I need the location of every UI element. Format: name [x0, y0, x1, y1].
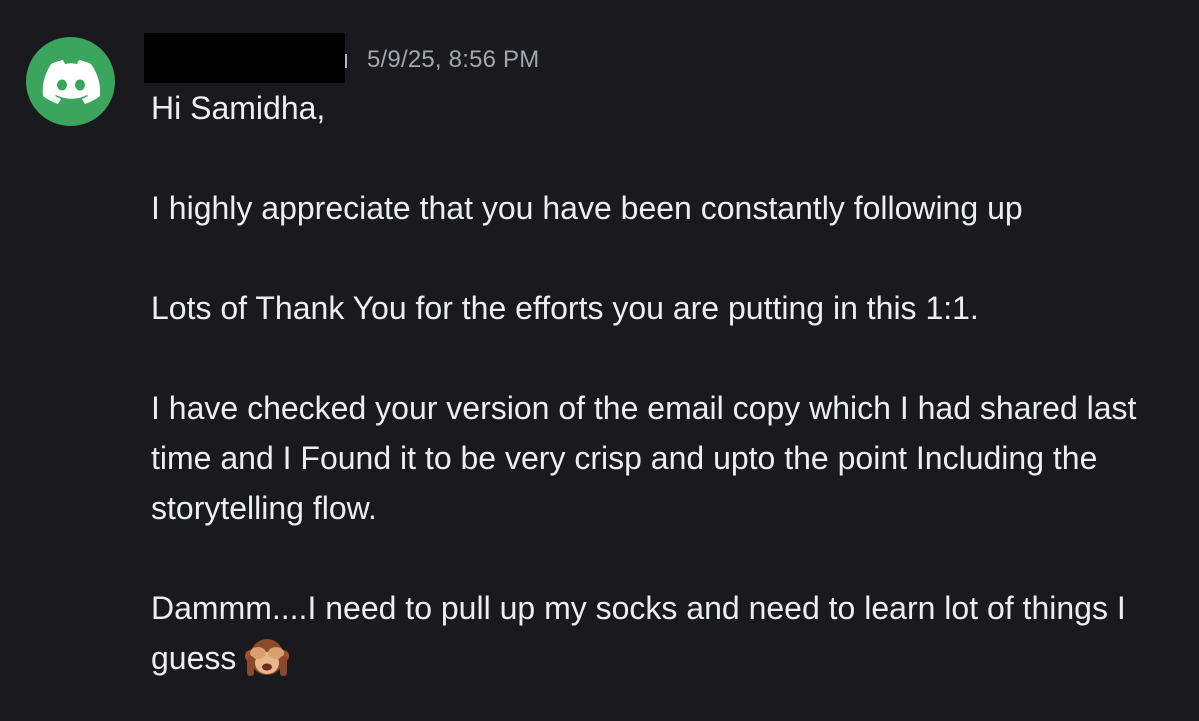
message-timestamp: 5/9/25, 8:56 PM [367, 45, 540, 73]
chat-message: 5/9/25, 8:56 PM Hi Samidha, I highly app… [0, 0, 1199, 721]
user-avatar[interactable] [26, 37, 115, 126]
message-paragraph: Lots of Thank You for the efforts you ar… [151, 290, 979, 326]
message-greeting: Hi Samidha, [151, 90, 326, 126]
message-paragraph: I have checked your version of the email… [151, 390, 1137, 526]
message-paragraph-last: Dammm....I need to pull up my socks and … [151, 583, 1171, 692]
redacted-username [144, 33, 345, 83]
message-header: 5/9/25, 8:56 PM [144, 33, 539, 83]
message-paragraph-text: Dammm....I need to pull up my socks and … [151, 590, 1126, 676]
header-separator [345, 54, 347, 68]
message-body: Hi Samidha, I highly appreciate that you… [151, 83, 1171, 692]
message-paragraph: I highly appreciate that you have been c… [151, 190, 1023, 226]
see-no-evil-monkey-icon [244, 636, 290, 692]
discord-logo-icon [42, 59, 100, 104]
